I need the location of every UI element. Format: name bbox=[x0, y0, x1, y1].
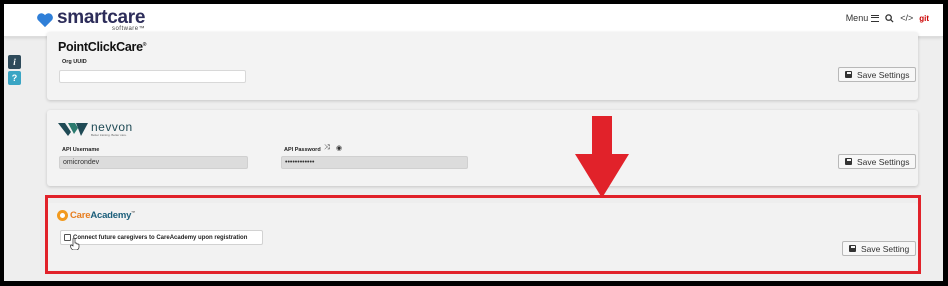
org-uuid-label: Org UUID bbox=[62, 59, 87, 65]
org-uuid-input[interactable] bbox=[59, 70, 246, 83]
api-password-input[interactable]: •••••••••••• bbox=[281, 156, 468, 169]
highlight-box bbox=[45, 195, 921, 274]
pointclickcare-logo-text: PointClickCare bbox=[58, 40, 143, 54]
nevvon-chevron-icon bbox=[58, 122, 88, 136]
pointclickcare-logo-mark: ® bbox=[142, 41, 147, 48]
info-tab[interactable]: i bbox=[8, 55, 21, 69]
smartcare-logo[interactable]: smartcare software™ bbox=[36, 7, 145, 33]
pointclickcare-panel: PointClickCare® Org UUID Save Settings bbox=[47, 32, 918, 100]
nevvon-tagline: Better training. Better care. bbox=[91, 133, 127, 137]
pointclickcare-logo: PointClickCare® bbox=[58, 40, 146, 54]
down-arrow-annotation-icon bbox=[575, 116, 629, 198]
floppy-disk-icon bbox=[845, 158, 852, 165]
heart-logo-icon bbox=[37, 13, 53, 28]
nevvon-save-button[interactable]: Save Settings bbox=[838, 154, 917, 169]
nevvon-wordmark: nevvon bbox=[91, 120, 133, 134]
help-tab[interactable]: ? bbox=[8, 71, 21, 85]
search-icon[interactable] bbox=[885, 13, 894, 23]
pointclickcare-save-button[interactable]: Save Settings bbox=[838, 67, 917, 82]
app-frame: smartcare software™ Menu </> git i ? Poi… bbox=[4, 4, 943, 281]
eye-icon[interactable]: ◉ bbox=[336, 144, 342, 152]
menu-label: Menu bbox=[845, 13, 869, 23]
nevvon-panel: nevvon Better training. Better care. API… bbox=[47, 110, 918, 186]
menu-button[interactable]: Menu bbox=[846, 13, 880, 23]
api-username-input[interactable]: omicrondev bbox=[59, 156, 248, 169]
git-icon[interactable]: git bbox=[919, 14, 929, 23]
nevvon-logo: nevvon Better training. Better care. bbox=[58, 121, 133, 137]
api-username-label: API Username bbox=[62, 147, 100, 153]
nav-actions: Menu </> git bbox=[846, 13, 929, 23]
save-button-label: Save Settings bbox=[857, 69, 910, 80]
floppy-disk-icon bbox=[845, 71, 852, 78]
shuffle-icon[interactable]: ⤨ bbox=[324, 144, 330, 152]
hamburger-icon bbox=[871, 14, 880, 22]
logo-wordmark: smartcare bbox=[57, 7, 146, 28]
code-icon[interactable]: </> bbox=[900, 13, 913, 23]
api-password-label: API Password bbox=[284, 147, 321, 153]
save-button-label: Save Settings bbox=[857, 156, 910, 167]
